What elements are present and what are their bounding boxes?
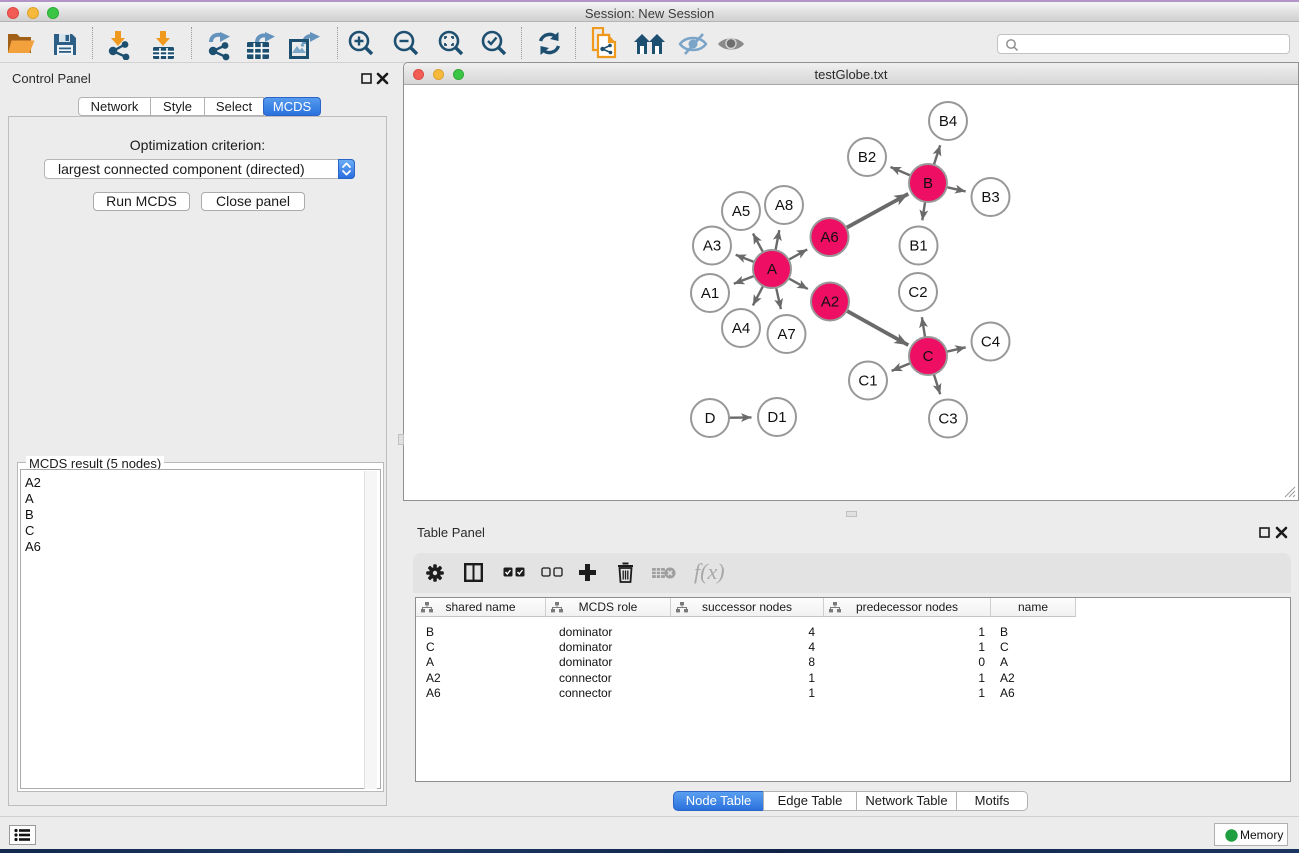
svg-text:C2: C2 [908, 284, 927, 301]
svg-text:C4: C4 [980, 334, 999, 351]
svg-text:D: D [704, 410, 715, 427]
svg-text:B4: B4 [938, 113, 956, 130]
svg-text:A7: A7 [777, 326, 795, 343]
svg-text:B2: B2 [857, 149, 875, 166]
svg-text:A4: A4 [731, 320, 749, 337]
svg-text:C1: C1 [858, 373, 877, 390]
svg-text:A5: A5 [731, 203, 749, 220]
svg-text:B1: B1 [909, 238, 927, 255]
svg-text:A8: A8 [774, 197, 792, 214]
svg-text:C: C [922, 348, 933, 365]
svg-text:C3: C3 [938, 411, 957, 428]
svg-text:A3: A3 [702, 238, 720, 255]
svg-text:A: A [766, 261, 776, 278]
svg-text:A2: A2 [820, 294, 838, 311]
svg-text:A6: A6 [820, 229, 838, 246]
svg-text:B3: B3 [981, 189, 999, 206]
svg-text:D1: D1 [767, 409, 786, 426]
svg-text:B: B [922, 175, 932, 192]
svg-text:A1: A1 [700, 285, 718, 302]
